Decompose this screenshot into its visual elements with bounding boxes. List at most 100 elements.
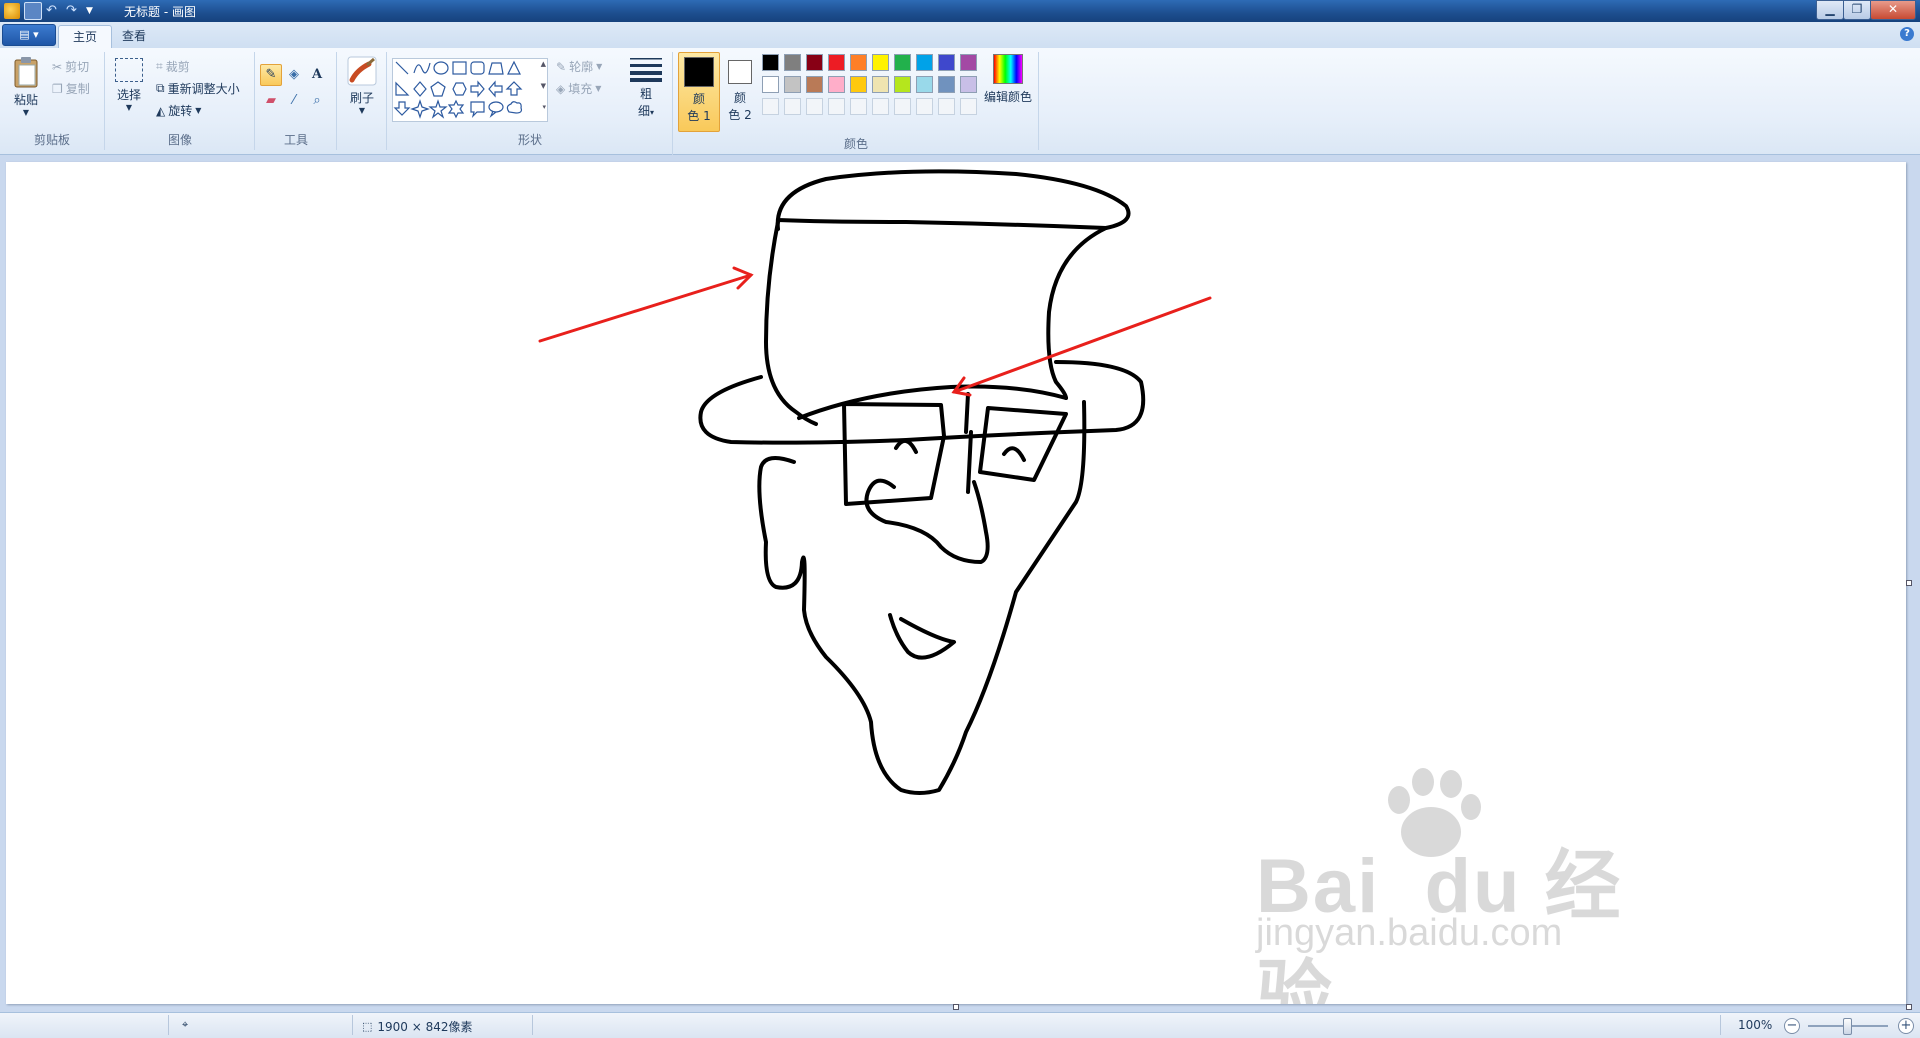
palette-custom-swatch[interactable]	[828, 98, 845, 115]
zoom-in-button[interactable]: +	[1898, 1018, 1914, 1034]
palette-swatch[interactable]	[828, 54, 845, 71]
resize-button[interactable]: ⧉ 重新调整大小	[156, 80, 240, 97]
palette-swatch[interactable]	[806, 54, 823, 71]
palette-custom-swatch[interactable]	[960, 98, 977, 115]
palette-swatch[interactable]	[916, 76, 933, 93]
canvas-size-icon: ⬚	[362, 1020, 373, 1033]
shapes-gallery-icons	[393, 60, 523, 119]
select-dropdown-icon[interactable]: ▼	[112, 103, 146, 112]
cut-label: 剪切	[65, 60, 90, 74]
restore-button[interactable]: ❐	[1843, 0, 1871, 20]
rect-callout-shape-icon	[470, 101, 485, 118]
eraser-icon[interactable]: ▰	[260, 90, 282, 112]
paint-menu-button[interactable]: ▤ ▾	[2, 24, 56, 46]
palette-custom-swatch[interactable]	[806, 98, 823, 115]
minimize-button[interactable]: ▁	[1816, 0, 1844, 20]
rotate-dropdown-icon[interactable]: ▼	[195, 106, 201, 115]
palette-swatch[interactable]	[850, 54, 867, 71]
tab-view[interactable]: 查看	[108, 25, 160, 47]
close-button[interactable]: ✕	[1870, 0, 1916, 20]
magnifier-icon[interactable]: ⌕	[306, 90, 328, 112]
palette-swatch[interactable]	[916, 54, 933, 71]
shapes-scroll-up-icon[interactable]: ▲	[541, 60, 546, 68]
palette-swatch[interactable]	[894, 76, 911, 93]
canvas-resize-handle-bottom[interactable]	[953, 1004, 959, 1010]
polygon-shape-icon	[488, 62, 504, 75]
color2-button[interactable]: 颜 色 2	[720, 52, 760, 130]
palette-swatch[interactable]	[762, 76, 779, 93]
brushes-label: 刷子	[349, 91, 374, 105]
color1-label-1: 颜	[692, 92, 705, 106]
rotate-label: 旋转	[168, 104, 193, 118]
crop-icon: ⌗	[156, 59, 163, 73]
palette-swatch[interactable]	[784, 76, 801, 93]
brushes-group: 刷子 ▼	[338, 52, 387, 150]
palette-swatch[interactable]	[850, 76, 867, 93]
palette-custom-swatch[interactable]	[784, 98, 801, 115]
line-shape-icon	[395, 61, 409, 75]
brushes-dropdown-icon[interactable]: ▼	[344, 106, 380, 115]
palette-swatch[interactable]	[784, 54, 801, 71]
color1-button[interactable]: 颜 色 1	[678, 52, 720, 132]
paste-dropdown-icon[interactable]: ▼	[8, 108, 44, 117]
palette-swatch[interactable]	[828, 76, 845, 93]
palette-swatch[interactable]	[960, 54, 977, 71]
cursor-position-cell: ⌖	[182, 1018, 188, 1032]
shapes-scroll-down-icon[interactable]: ▼	[541, 82, 546, 90]
status-separator	[1720, 1015, 1721, 1035]
palette-swatch[interactable]	[894, 54, 911, 71]
paste-button[interactable]: 粘贴 ▼	[8, 56, 44, 117]
triangle-shape-icon	[507, 60, 521, 75]
canvas-resize-handle-corner[interactable]	[1906, 1004, 1912, 1010]
text-tool-icon[interactable]: A	[306, 64, 328, 86]
down-arrow-shape-icon	[393, 101, 411, 116]
palette-swatch[interactable]	[872, 54, 889, 71]
canvas-size-cell: ⬚ 1900 × 842像素	[362, 1018, 473, 1035]
outline-button[interactable]: ✎ 轮廓 ▼	[556, 58, 602, 75]
undo-icon[interactable]: ↶	[46, 3, 62, 19]
fill-button[interactable]: ◈ 填充 ▼	[556, 80, 601, 97]
size-button[interactable]: 粗 细▾	[626, 56, 666, 119]
pencil-icon[interactable]: ✎	[260, 64, 282, 86]
palette-custom-swatch[interactable]	[850, 98, 867, 115]
zoom-slider-thumb[interactable]	[1843, 1018, 1852, 1035]
palette-custom-swatch[interactable]	[894, 98, 911, 115]
customize-toolbar-icon[interactable]: ▼	[86, 3, 102, 19]
edit-colors-button[interactable]: 编辑颜色	[982, 54, 1034, 105]
rotate-button[interactable]: ◭ 旋转 ▼	[156, 102, 201, 119]
brushes-button[interactable]: 刷子 ▼	[344, 56, 380, 115]
ribbon-tab-strip: ▤ ▾ 主页 查看 ?	[0, 22, 1920, 49]
paint-app-icon[interactable]	[4, 3, 20, 19]
zoom-out-button[interactable]: −	[1784, 1018, 1800, 1034]
cut-button[interactable]: ✂ 剪切	[52, 58, 89, 75]
drawing-canvas[interactable]: Bai_du 经验 jingyan.baidu.com	[6, 162, 1906, 1004]
canvas-resize-handle-right[interactable]	[1906, 580, 1912, 586]
color1-swatch	[684, 57, 714, 87]
save-icon[interactable]	[24, 2, 42, 20]
copy-button[interactable]: ❐ 复制	[52, 80, 90, 97]
color-picker-icon[interactable]: ⁄	[283, 90, 305, 112]
palette-swatch[interactable]	[762, 54, 779, 71]
redo-icon[interactable]: ↷	[66, 3, 82, 19]
rectangle-shape-icon	[452, 61, 467, 75]
shapes-more-icon[interactable]: ▾	[542, 103, 546, 111]
crop-button[interactable]: ⌗ 裁剪	[156, 58, 190, 75]
palette-swatch[interactable]	[872, 76, 889, 93]
palette-custom-swatch[interactable]	[872, 98, 889, 115]
palette-swatch[interactable]	[938, 76, 955, 93]
rounded-rectangle-shape-icon	[470, 61, 485, 75]
fill-bucket-icon[interactable]: ◈	[283, 64, 305, 86]
select-button[interactable]: 选择 ▼	[112, 58, 146, 112]
tab-home[interactable]: 主页	[58, 25, 113, 48]
palette-swatch[interactable]	[938, 54, 955, 71]
status-separator	[168, 1015, 169, 1035]
oval-shape-icon	[433, 61, 449, 75]
palette-swatch[interactable]	[960, 76, 977, 93]
color1-label-2: 色 1	[687, 109, 711, 123]
palette-custom-swatch[interactable]	[762, 98, 779, 115]
palette-swatch[interactable]	[806, 76, 823, 93]
palette-custom-swatch[interactable]	[916, 98, 933, 115]
help-icon[interactable]: ?	[1900, 27, 1914, 41]
palette-custom-swatch[interactable]	[938, 98, 955, 115]
copy-label: 复制	[65, 82, 90, 96]
